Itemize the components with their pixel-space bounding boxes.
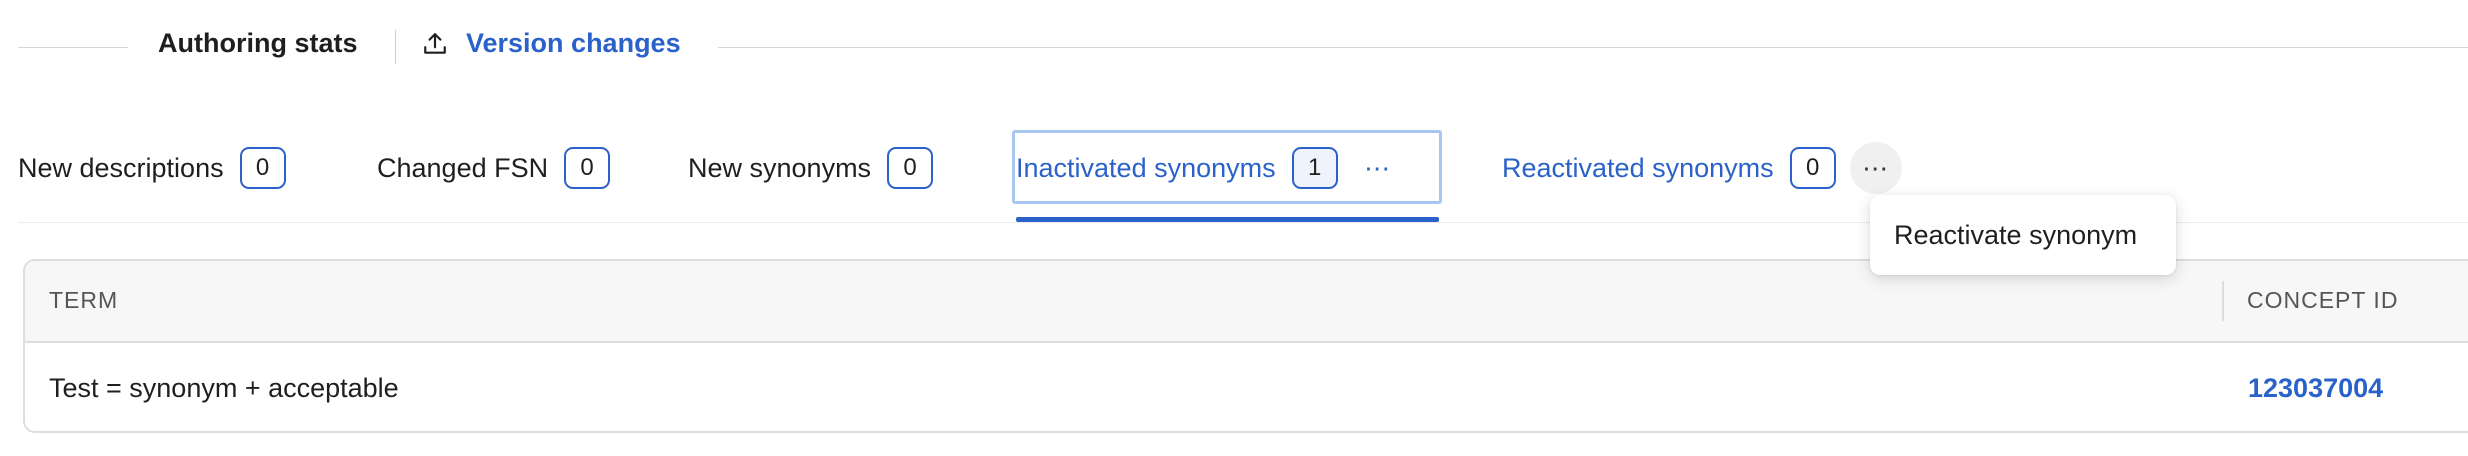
tab-changed-fsn[interactable]: Changed FSN 0 bbox=[377, 140, 611, 196]
header-divider-right bbox=[718, 47, 2468, 48]
column-header-term[interactable]: TERM bbox=[49, 287, 118, 314]
menu-item-reactivate-synonym[interactable]: Reactivate synonym bbox=[1894, 220, 2137, 251]
more-horizontal-icon[interactable]: ⋯ bbox=[1849, 142, 1902, 194]
count-badge: 0 bbox=[564, 147, 611, 189]
version-changes-link[interactable]: Version changes bbox=[422, 28, 681, 59]
section-header: Authoring stats Version changes bbox=[0, 0, 2468, 96]
tab-context-menu: Reactivate synonym bbox=[1870, 195, 2176, 275]
column-header-concept-id[interactable]: CONCEPT ID bbox=[2247, 287, 2398, 314]
tab-label: Reactivated synonyms bbox=[1502, 152, 1774, 183]
count-badge: 1 bbox=[1291, 147, 1338, 189]
tab-reactivated-synonyms[interactable]: Reactivated synonyms 0 ⋯ bbox=[1502, 140, 1902, 196]
count-badge: 0 bbox=[887, 147, 934, 189]
count-badge: 0 bbox=[1789, 147, 1836, 189]
tab-label: Inactivated synonyms bbox=[1016, 152, 1276, 183]
column-divider bbox=[2222, 281, 2224, 321]
tab-new-synonyms[interactable]: New synonyms 0 bbox=[688, 140, 934, 196]
table-row: Test = synonym + acceptable 123037004 bbox=[25, 345, 2468, 431]
tab-inactivated-synonyms[interactable]: Inactivated synonyms 1 ⋯ bbox=[1016, 140, 1404, 196]
count-badge: 0 bbox=[239, 147, 286, 189]
tab-label: New synonyms bbox=[688, 152, 872, 183]
tab-label: Changed FSN bbox=[377, 152, 549, 183]
term-cell: Test = synonym + acceptable bbox=[49, 373, 399, 403]
version-changes-label: Version changes bbox=[466, 28, 681, 58]
upload-icon bbox=[424, 32, 446, 54]
header-divider-left bbox=[18, 47, 128, 48]
more-horizontal-icon[interactable]: ⋯ bbox=[1352, 142, 1404, 194]
concept-id-link[interactable]: 123037004 bbox=[2248, 373, 2383, 404]
synonyms-table: TERM CONCEPT ID Test = synonym + accepta… bbox=[23, 259, 2468, 433]
tab-label: New descriptions bbox=[18, 152, 224, 183]
header-title: Authoring stats bbox=[158, 28, 358, 58]
tab-new-descriptions[interactable]: New descriptions 0 bbox=[18, 140, 286, 196]
header-separator bbox=[395, 30, 396, 64]
